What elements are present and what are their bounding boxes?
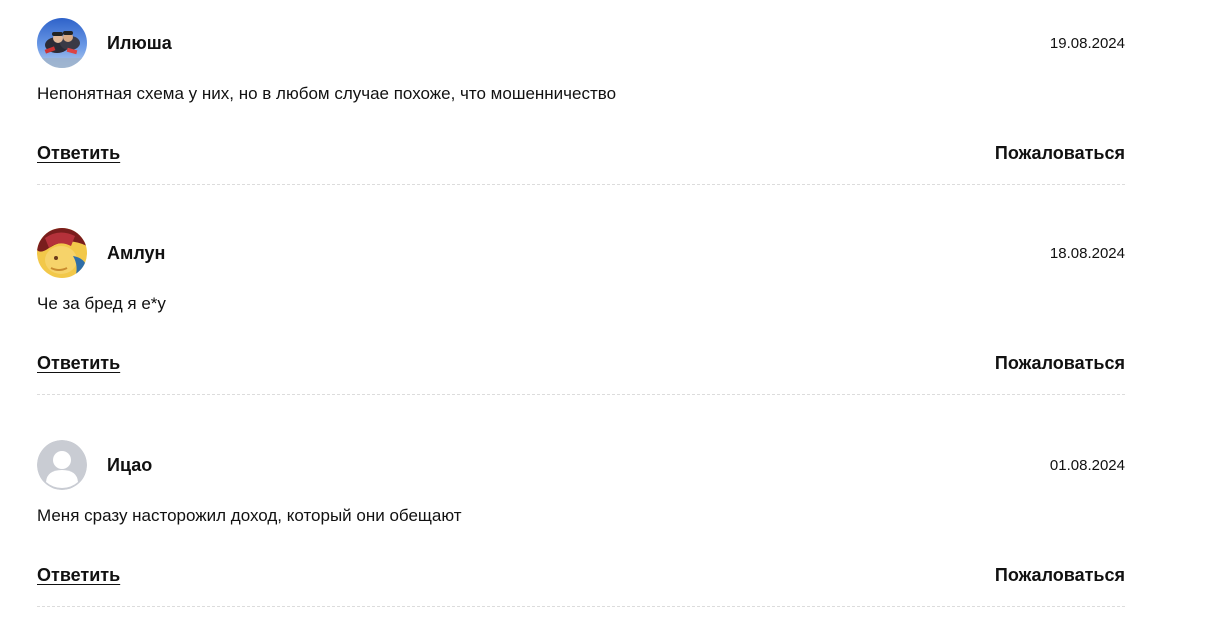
avatar[interactable]	[37, 440, 87, 490]
user-photo-skydiving	[37, 18, 87, 68]
user-photo	[37, 228, 87, 278]
comment-date: 01.08.2024	[1049, 457, 1125, 474]
comment-date: 19.08.2024	[1049, 35, 1125, 52]
comment-item: Илюша 19.08.2024 Непонятная схема у них,…	[37, 18, 1125, 188]
divider	[37, 606, 1125, 607]
comment-author: Ицао	[107, 455, 153, 475]
comments-list: Илюша 19.08.2024 Непонятная схема у них,…	[0, 0, 1214, 632]
divider	[37, 394, 1125, 395]
default-avatar-icon	[37, 440, 87, 490]
comment-text: Меня сразу насторожил доход, который они…	[37, 506, 462, 525]
comment-item: Ицао 01.08.2024 Меня сразу насторожил до…	[37, 440, 1125, 610]
divider	[37, 184, 1125, 185]
reply-link[interactable]: Ответить	[37, 564, 120, 586]
avatar[interactable]	[37, 228, 87, 278]
comment-text: Непонятная схема у них, но в любом случа…	[37, 84, 617, 103]
comment-item: Амлун 18.08.2024 Че за бред я е*у Ответи…	[37, 228, 1125, 398]
comment-text: Че за бред я е*у	[37, 294, 166, 313]
reply-link[interactable]: Ответить	[37, 352, 120, 374]
avatar[interactable]	[37, 18, 87, 68]
report-link[interactable]: Пожаловаться	[995, 564, 1125, 586]
comment-date: 18.08.2024	[1049, 245, 1125, 262]
report-link[interactable]: Пожаловаться	[995, 352, 1125, 374]
comment-author: Илюша	[107, 33, 172, 53]
comment-author: Амлун	[107, 243, 166, 263]
report-link[interactable]: Пожаловаться	[995, 142, 1125, 164]
reply-link[interactable]: Ответить	[37, 142, 120, 164]
